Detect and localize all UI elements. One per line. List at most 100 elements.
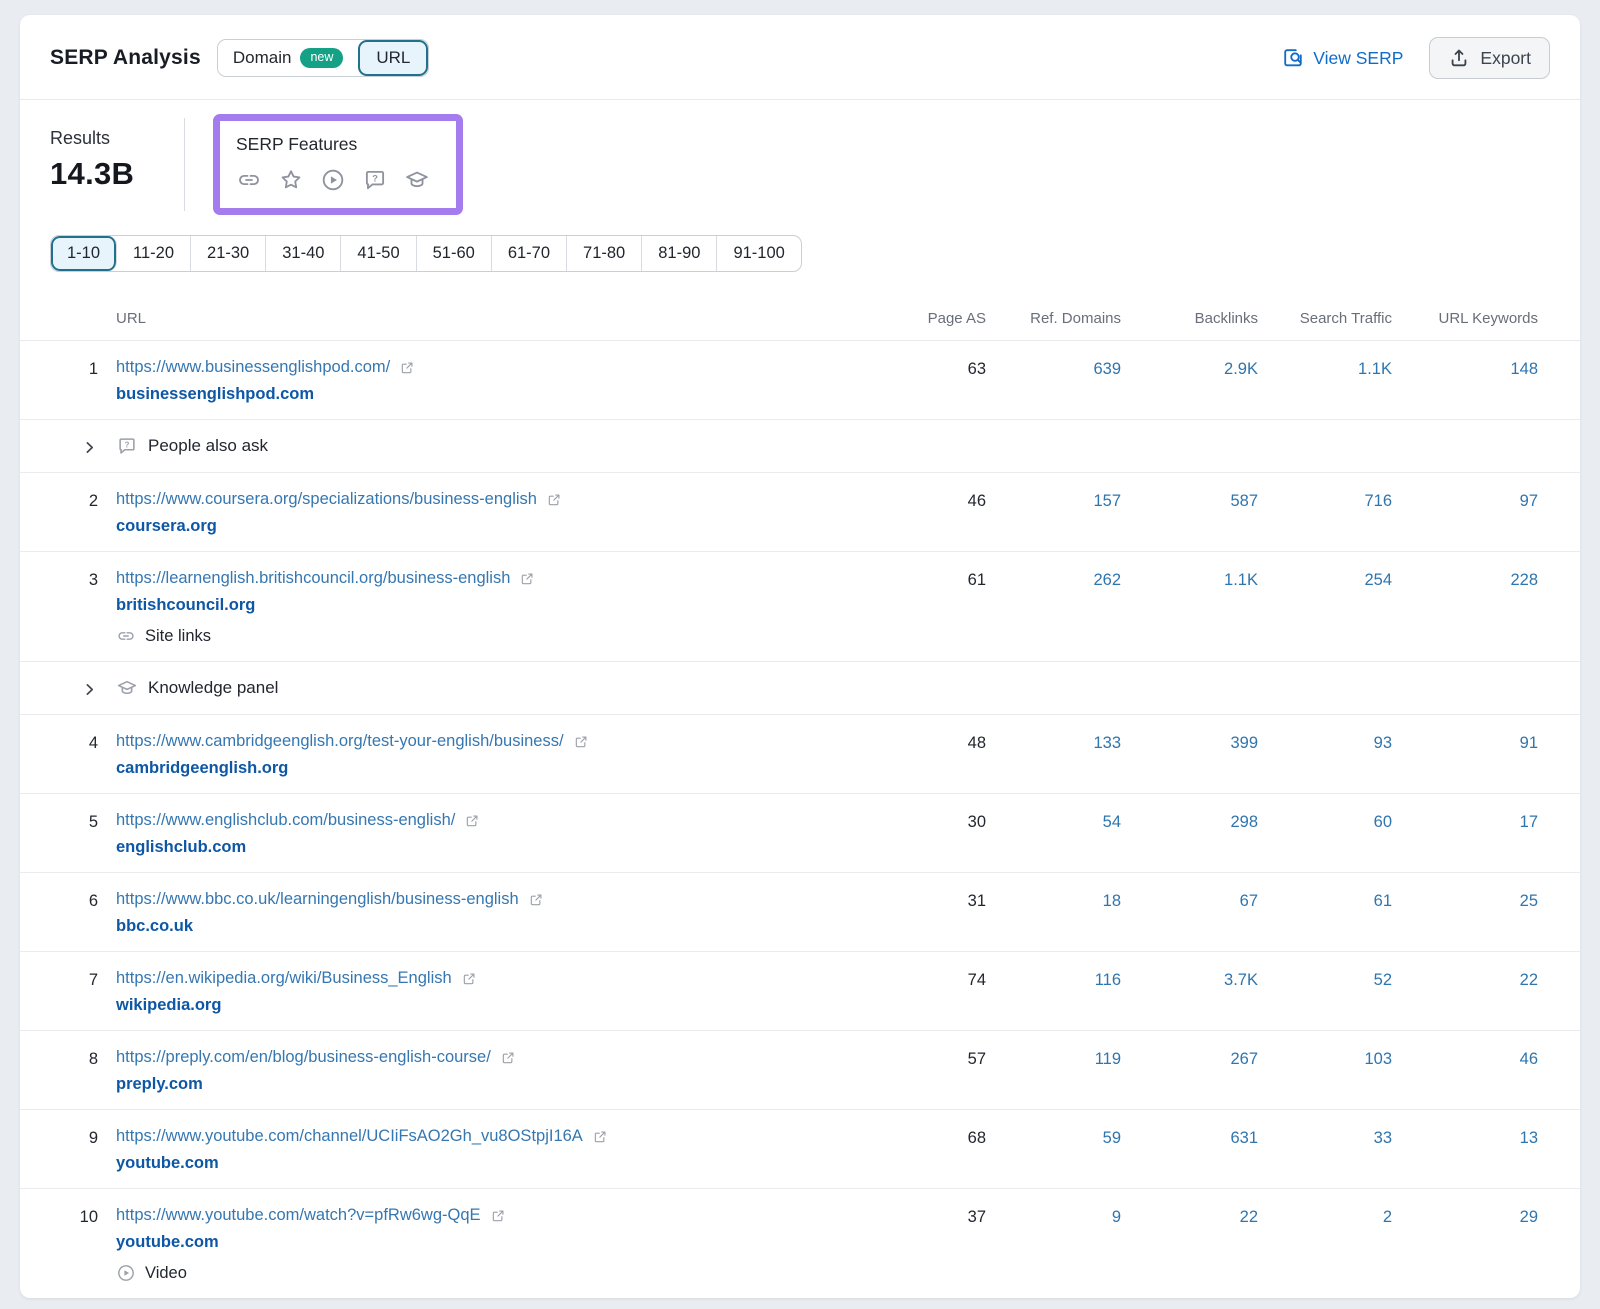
result-domain-link[interactable]: youtube.com [116,1233,219,1252]
result-rank: 5 [50,811,98,857]
pagination-1-10[interactable]: 1-10 [51,236,117,271]
url-keywords-value: 22 [1392,969,1538,1015]
external-link-icon[interactable] [528,892,544,908]
url-keywords-value: 228 [1392,569,1538,646]
pagination-71-80[interactable]: 71-80 [567,236,642,271]
external-link-icon[interactable] [592,1129,608,1145]
pagination-31-40[interactable]: 31-40 [266,236,341,271]
external-link-icon[interactable] [546,492,562,508]
page-as-value: 74 [876,969,986,1015]
toggle-option-domain[interactable]: Domain new [218,40,359,76]
backlinks-value: 631 [1121,1127,1258,1173]
external-link-icon[interactable] [461,971,477,987]
serp-features-label: SERP Features [236,134,430,155]
search-traffic-value: 1.1K [1258,358,1392,404]
knowledge-panel-icon [404,167,430,193]
results-block: Results 14.3B [50,114,162,215]
url-keywords-value: 29 [1392,1206,1538,1283]
ref-domains-value: 262 [986,569,1121,646]
backlinks-value: 267 [1121,1048,1258,1094]
mode-toggle: Domain new URL [217,39,430,77]
results-label: Results [50,128,162,149]
result-domain-link[interactable]: bbc.co.uk [116,917,193,936]
result-url-link[interactable]: https://preply.com/en/blog/business-engl… [116,1048,491,1067]
result-domain-link[interactable]: wikipedia.org [116,996,221,1015]
backlinks-value: 298 [1121,811,1258,857]
column-url-keywords: URL Keywords [1392,310,1538,327]
result-domain-link[interactable]: coursera.org [116,517,217,536]
page-as-value: 31 [876,890,986,936]
result-url-link[interactable]: https://www.youtube.com/watch?v=pfRw6wg-… [116,1206,481,1225]
chevron-right-icon[interactable] [81,439,98,456]
result-url-link[interactable]: https://www.youtube.com/channel/UCIiFsAO… [116,1127,583,1146]
search-traffic-value: 33 [1258,1127,1392,1173]
result-url-link[interactable]: https://www.coursera.org/specializations… [116,490,537,509]
pagination-91-100[interactable]: 91-100 [717,236,800,271]
backlinks-value: 1.1K [1121,569,1258,646]
result-url-link[interactable]: https://learnenglish.britishcouncil.org/… [116,569,510,588]
page-as-value: 61 [876,569,986,646]
result-url-link[interactable]: https://www.businessenglishpod.com/ [116,358,390,377]
result-url-link[interactable]: https://www.bbc.co.uk/learningenglish/bu… [116,890,519,909]
table-row: 8 https://preply.com/en/blog/business-en… [20,1031,1580,1110]
result-domain-link[interactable]: businessenglishpod.com [116,385,314,404]
external-link-icon[interactable] [490,1208,506,1224]
result-domain-link[interactable]: cambridgeenglish.org [116,759,288,778]
external-link-icon[interactable] [464,813,480,829]
result-url-link[interactable]: https://www.englishclub.com/business-eng… [116,811,455,830]
external-link-icon[interactable] [399,360,415,376]
toggle-url-label: URL [376,48,410,68]
new-badge: new [300,48,343,68]
pagination-11-20[interactable]: 11-20 [117,236,191,271]
serp-feature-row[interactable]: Knowledge panel [20,662,1580,715]
page-as-value: 30 [876,811,986,857]
export-icon [1448,47,1470,69]
export-button[interactable]: Export [1429,37,1550,79]
table-row: 5 https://www.englishclub.com/business-e… [20,794,1580,873]
view-serp-link[interactable]: View SERP [1282,47,1403,69]
view-serp-icon [1282,47,1304,69]
external-link-icon[interactable] [519,571,535,587]
result-domain-link[interactable]: youtube.com [116,1154,219,1173]
people-also-ask-icon: ? [116,435,138,457]
result-feature-label: Site links [145,627,211,646]
result-rank: 6 [50,890,98,936]
result-feature: Site links [116,626,876,646]
pagination-21-30[interactable]: 21-30 [191,236,266,271]
serp-features-icons: ? [236,167,430,193]
result-domain-link[interactable]: britishcouncil.org [116,596,255,615]
url-keywords-value: 17 [1392,811,1538,857]
result-rank: 8 [50,1048,98,1094]
toggle-option-url[interactable]: URL [358,40,428,76]
result-domain-link[interactable]: preply.com [116,1075,203,1094]
url-keywords-value: 91 [1392,732,1538,778]
external-link-icon[interactable] [500,1050,516,1066]
toggle-domain-label: Domain [233,48,292,68]
ref-domains-value: 9 [986,1206,1121,1283]
ref-domains-value: 133 [986,732,1121,778]
column-url: URL [98,310,876,327]
result-rank: 9 [50,1127,98,1173]
result-url-link[interactable]: https://en.wikipedia.org/wiki/Business_E… [116,969,452,988]
pagination-41-50[interactable]: 41-50 [341,236,416,271]
pagination-51-60[interactable]: 51-60 [417,236,492,271]
pagination-81-90[interactable]: 81-90 [642,236,717,271]
backlinks-value: 2.9K [1121,358,1258,404]
url-keywords-value: 148 [1392,358,1538,404]
result-url-link[interactable]: https://www.cambridgeenglish.org/test-yo… [116,732,564,751]
result-domain-link[interactable]: englishclub.com [116,838,246,857]
table-row: 7 https://en.wikipedia.org/wiki/Business… [20,952,1580,1031]
external-link-icon[interactable] [573,734,589,750]
search-traffic-value: 254 [1258,569,1392,646]
ref-domains-value: 54 [986,811,1121,857]
pagination-61-70[interactable]: 61-70 [492,236,567,271]
url-keywords-value: 25 [1392,890,1538,936]
chevron-right-icon[interactable] [81,681,98,698]
header-actions: View SERP Export [1282,37,1550,79]
vertical-divider [184,118,185,211]
backlinks-value: 587 [1121,490,1258,536]
table-row: 3 https://learnenglish.britishcouncil.or… [20,552,1580,662]
search-traffic-value: 60 [1258,811,1392,857]
page-as-value: 68 [876,1127,986,1173]
serp-feature-row[interactable]: ?People also ask [20,420,1580,473]
